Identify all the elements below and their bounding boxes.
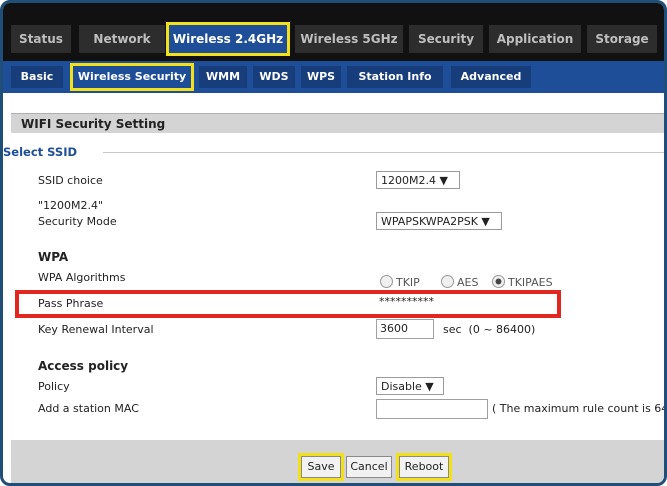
tab-wireless-24ghz[interactable]: Wireless 2.4GHz xyxy=(166,22,290,56)
cancel-button[interactable]: Cancel xyxy=(346,456,392,478)
tab-storage[interactable]: Storage xyxy=(587,25,657,53)
add-mac-note: ( The maximum rule count is 64 ) xyxy=(492,402,667,415)
key-renewal-label: Key Renewal Interval xyxy=(38,323,154,336)
tab-network[interactable]: Network xyxy=(79,25,165,53)
subtab-wds[interactable]: WDS xyxy=(253,66,295,88)
tab-security[interactable]: Security xyxy=(409,25,483,53)
top-nav-bar: Status Network Wireless 2.4GHz Wireless … xyxy=(3,3,664,61)
ssid-choice-label: SSID choice xyxy=(38,174,103,187)
add-mac-label: Add a station MAC xyxy=(38,402,139,415)
radio-selected-icon xyxy=(492,275,505,288)
key-renewal-input[interactable]: 3600 xyxy=(376,319,434,339)
policy-label: Policy xyxy=(38,380,70,393)
tab-application[interactable]: Application xyxy=(489,25,581,53)
router-admin-window: Status Network Wireless 2.4GHz Wireless … xyxy=(0,0,667,486)
wpa-algorithms-label: WPA Algorithms xyxy=(38,271,126,284)
sub-nav-bar: Basic Wireless Security WMM WDS WPS Stat… xyxy=(3,61,664,93)
radio-tkipaes[interactable]: TKIPAES xyxy=(492,275,553,289)
subtab-basic[interactable]: Basic xyxy=(11,66,63,88)
subtab-wps[interactable]: WPS xyxy=(301,66,341,88)
section-title: WIFI Security Setting xyxy=(11,113,664,133)
radio-aes[interactable]: AES xyxy=(441,275,478,289)
subtab-wmm[interactable]: WMM xyxy=(199,66,247,88)
key-renewal-unit: sec (0 ~ 86400) xyxy=(443,323,536,336)
radio-tkip[interactable]: TKIP xyxy=(380,275,420,289)
radio-circle-icon xyxy=(441,275,454,288)
security-mode-select[interactable]: WPAPSKWPA2PSK ▼ xyxy=(376,212,502,230)
ssid-name: "1200M2.4" xyxy=(38,199,104,212)
subtab-wireless-security[interactable]: Wireless Security xyxy=(70,63,194,91)
tab-wireless-5ghz[interactable]: Wireless 5GHz xyxy=(295,25,403,53)
security-mode-label: Security Mode xyxy=(38,215,117,228)
fieldset-line xyxy=(103,152,664,153)
fieldset-legend: Select SSID xyxy=(3,145,86,159)
radio-circle-icon xyxy=(380,275,393,288)
pass-phrase-highlight-box xyxy=(15,290,561,318)
policy-select[interactable]: Disable ▼ xyxy=(376,377,444,395)
tab-status[interactable]: Status xyxy=(11,25,71,53)
radio-tkip-label: TKIP xyxy=(396,276,420,289)
subtab-advanced[interactable]: Advanced xyxy=(451,66,531,88)
access-policy-heading: Access policy xyxy=(38,359,129,373)
radio-tkipaes-label: TKIPAES xyxy=(508,276,553,289)
wpa-heading: WPA xyxy=(38,250,69,264)
save-button[interactable]: Save xyxy=(298,453,344,481)
radio-aes-label: AES xyxy=(457,276,479,289)
ssid-choice-select[interactable]: 1200M2.4 ▼ xyxy=(376,171,460,189)
reboot-button[interactable]: Reboot xyxy=(396,453,452,481)
subtab-station-info[interactable]: Station Info xyxy=(347,66,443,88)
add-mac-input[interactable] xyxy=(376,399,488,419)
